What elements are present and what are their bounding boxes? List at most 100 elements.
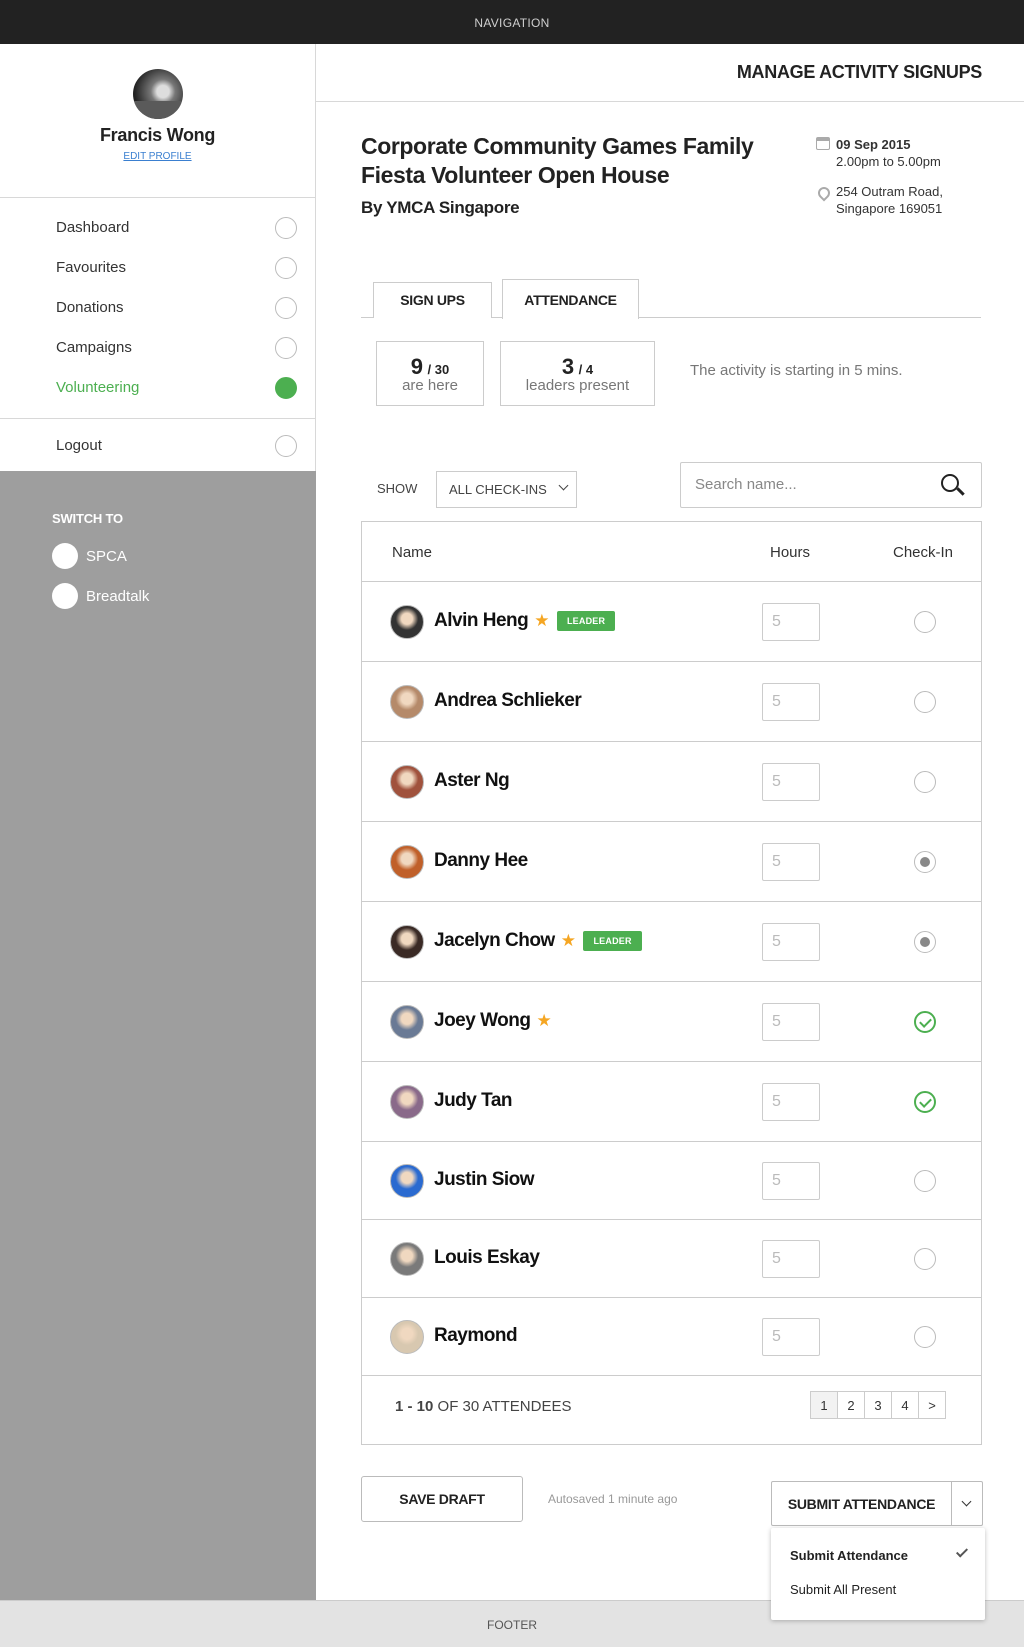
status-indicator [275, 377, 297, 399]
table-row: Jacelyn Chow ★ LEADER 5 [362, 902, 981, 982]
switch-panel: SWITCH TO SPCA Breadtalk [0, 471, 316, 1601]
table-row: Danny Hee 5 [362, 822, 981, 902]
star-icon: ★ [560, 930, 576, 950]
table-row: Joey Wong ★ 5 [362, 982, 981, 1062]
submit-attendance-button[interactable]: SUBMIT ATTENDANCE [772, 1482, 952, 1525]
attendee-name: Justin Siow [434, 1168, 535, 1190]
hours-input[interactable]: 5 [762, 1002, 820, 1041]
column-header-name: Name [392, 544, 433, 561]
checkin-toggle[interactable] [914, 1325, 936, 1348]
status-indicator [275, 297, 297, 319]
logout-item[interactable]: Logout [0, 418, 315, 468]
profile-name: Francis Wong [99, 125, 216, 145]
attendee-name-cell: Andrea Schlieker [434, 690, 582, 712]
status-indicator [275, 337, 297, 359]
avatar[interactable] [132, 69, 183, 119]
sidebar-item-favourites[interactable]: Favourites [0, 248, 315, 288]
chevron-down-icon [558, 480, 569, 491]
tab-bar: SIGN UPS ATTENDANCE [361, 279, 981, 319]
dropdown-item-submit-all-present[interactable]: Submit All Present [790, 1582, 896, 1597]
attendee-name-cell: Aster Ng [434, 769, 510, 792]
sidebar-item-campaigns[interactable]: Campaigns [0, 328, 315, 368]
attendee-name-cell: Jacelyn Chow ★ LEADER [434, 930, 642, 952]
checkin-toggle[interactable] [914, 1247, 936, 1270]
event-meta: 09 Sep 2015 2.00pm to 5.00pm 254 Outram … [815, 136, 996, 217]
sidebar-item-donations[interactable]: Donations [0, 288, 315, 328]
next-page-button[interactable]: > [918, 1391, 946, 1419]
page-button-2[interactable]: 2 [837, 1391, 865, 1419]
attendee-name: Aster Ng [434, 769, 510, 791]
stat-here: 9 / 30 are here [376, 341, 484, 406]
table-row: Louis Eskay 5 [362, 1220, 981, 1298]
leader-badge: LEADER [583, 930, 642, 951]
sidebar-item-label: Donations [56, 299, 124, 316]
chevron-down-icon[interactable] [961, 1496, 972, 1507]
hours-input[interactable]: 5 [762, 762, 820, 801]
checkin-toggle[interactable] [914, 690, 936, 713]
profile-card: Francis Wong EDIT PROFILE [0, 44, 315, 198]
submit-attendance-split-button: SUBMIT ATTENDANCE [771, 1481, 983, 1526]
column-header-hours: Hours [770, 544, 811, 561]
table-row: Justin Siow 5 [362, 1142, 981, 1220]
checkin-toggle[interactable] [914, 610, 936, 633]
page-button-4[interactable]: 4 [891, 1391, 919, 1419]
attendee-name: Alvin Heng [434, 609, 529, 631]
avatar [390, 1163, 424, 1198]
dropdown-item-submit-attendance[interactable]: Submit Attendance [790, 1548, 908, 1563]
checkin-toggle[interactable] [914, 1010, 936, 1033]
radio-icon [52, 583, 78, 609]
search-input[interactable] [695, 476, 935, 493]
page-button-3[interactable]: 3 [864, 1391, 892, 1419]
hours-input[interactable]: 5 [762, 682, 820, 721]
attendee-name: Jacelyn Chow [434, 929, 555, 951]
switch-item-breadtalk[interactable]: Breadtalk [52, 576, 316, 616]
attendee-name-cell: Danny Hee [434, 850, 528, 872]
table-row: Aster Ng 5 [362, 742, 981, 822]
page-button-1[interactable]: 1 [810, 1391, 838, 1419]
hours-input[interactable]: 5 [762, 602, 820, 641]
event-organizer: By YMCA Singapore [361, 198, 520, 217]
avatar [390, 924, 424, 959]
attendee-name: Joey Wong [434, 1009, 531, 1031]
checkin-toggle[interactable] [914, 1090, 936, 1113]
hours-input[interactable]: 5 [762, 842, 820, 881]
attendee-name-cell: Judy Tan [434, 1090, 513, 1112]
attendee-name-cell: Louis Eskay [434, 1246, 540, 1269]
hours-input[interactable]: 5 [762, 1082, 820, 1121]
switch-item-spca[interactable]: SPCA [52, 536, 316, 576]
status-indicator [275, 257, 297, 279]
checkin-toggle[interactable] [914, 770, 936, 793]
table-row: Andrea Schlieker 5 [362, 662, 981, 742]
edit-profile-link[interactable]: EDIT PROFILE [123, 151, 191, 162]
attendee-name: Louis Eskay [434, 1246, 540, 1268]
sidebar-item-dashboard[interactable]: Dashboard [0, 208, 315, 248]
radio-icon [52, 543, 78, 569]
save-draft-button[interactable]: SAVE DRAFT [361, 1476, 523, 1522]
star-icon: ★ [534, 610, 549, 630]
tab-sign-ups[interactable]: SIGN UPS [373, 282, 492, 318]
hours-input[interactable]: 5 [762, 1239, 820, 1278]
stat-leaders: 3 / 4 leaders present [500, 341, 655, 406]
switch-item-label: SPCA [86, 547, 127, 565]
table-row: Judy Tan 5 [362, 1062, 981, 1142]
table-row: Raymond 5 [362, 1298, 981, 1376]
stat-here-label: are here [402, 377, 458, 394]
checkin-toggle[interactable] [914, 930, 936, 953]
tab-attendance[interactable]: ATTENDANCE [502, 279, 639, 319]
avatar [390, 684, 424, 719]
checkin-toggle[interactable] [914, 1169, 936, 1192]
hours-input[interactable]: 5 [762, 1161, 820, 1200]
table-header: Name Hours Check-In [362, 522, 981, 582]
page-header: MANAGE ACTIVITY SIGNUPS [316, 44, 1024, 102]
hours-input[interactable]: 5 [762, 922, 820, 961]
hours-input[interactable]: 5 [762, 1317, 820, 1356]
stat-leaders-label: leaders present [525, 377, 630, 394]
top-navigation: NAVIGATION [0, 0, 1024, 44]
avatar [390, 1084, 424, 1119]
sidebar-item-volunteering[interactable]: Volunteering [0, 368, 315, 408]
checkin-filter-select[interactable]: ALL CHECK-INS [436, 471, 577, 508]
search-icon[interactable] [941, 474, 959, 492]
stat-here-count: 9 [410, 354, 424, 379]
stat-leaders-total: / 4 [578, 362, 594, 377]
checkin-toggle[interactable] [914, 850, 936, 873]
